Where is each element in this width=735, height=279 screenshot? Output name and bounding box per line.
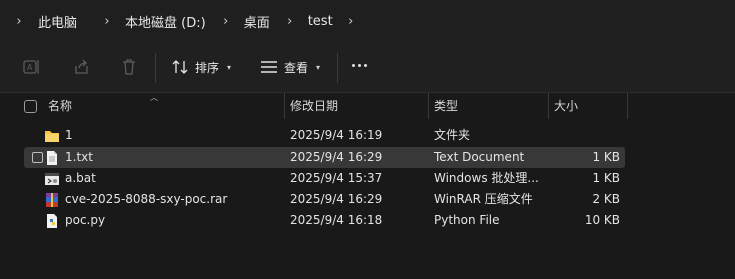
file-name: 1.txt <box>65 150 93 164</box>
column-divider[interactable] <box>284 93 285 119</box>
file-name: poc.py <box>65 213 106 227</box>
file-modified: 2025/9/4 15:37 <box>290 171 383 185</box>
chevron-down-icon: ▾ <box>316 62 321 72</box>
batch-file-icon <box>45 173 59 185</box>
chevron-right-icon[interactable]: › <box>0 14 38 29</box>
column-header-modified[interactable]: 修改日期 <box>290 93 338 119</box>
sort-icon <box>172 60 188 74</box>
command-bar: A 排序 ▾ 查看 ▾ <box>0 42 735 93</box>
sort-ascending-icon: ︿ <box>150 93 158 102</box>
sort-label: 排序 <box>195 60 220 75</box>
address-bar[interactable]: › 此电脑 › 本地磁盘 (D:) › 桌面 › test › <box>0 0 735 42</box>
text-file-icon <box>47 151 57 165</box>
view-list-icon <box>261 61 277 73</box>
sort-button[interactable]: 排序 ▾ <box>171 56 231 78</box>
file-type: 文件夹 <box>434 128 471 142</box>
rename-icon[interactable]: A <box>22 58 42 76</box>
file-modified: 2025/9/4 16:29 <box>290 192 383 206</box>
select-all-checkbox[interactable] <box>24 100 37 113</box>
file-size <box>560 125 620 146</box>
chevron-right-icon[interactable]: › <box>339 14 363 29</box>
file-modified: 2025/9/4 16:18 <box>290 213 383 227</box>
file-type: WinRAR 压缩文件 <box>434 192 533 206</box>
file-size: 2 KB <box>592 192 620 206</box>
python-file-icon <box>47 214 57 228</box>
view-label: 查看 <box>284 60 309 75</box>
breadcrumb-item-this-pc[interactable]: 此电脑 <box>38 12 77 31</box>
share-icon[interactable] <box>72 58 92 76</box>
row-checkbox[interactable] <box>32 152 43 163</box>
file-name: 1 <box>65 128 73 142</box>
file-size: 1 KB <box>592 171 620 185</box>
delete-icon[interactable] <box>119 58 139 76</box>
view-button[interactable]: 查看 ▾ <box>260 56 320 78</box>
file-modified: 2025/9/4 16:19 <box>290 128 383 142</box>
column-header-size[interactable]: 大小 <box>554 93 578 119</box>
file-name: cve-2025-8088-sxy-poc.rar <box>65 192 228 206</box>
file-row[interactable]: 1.txt 2025/9/4 16:29 Text Document 1 KB <box>24 147 625 168</box>
folder-icon <box>45 131 59 142</box>
breadcrumb-item-desktop[interactable]: 桌面 <box>244 12 270 31</box>
column-divider[interactable] <box>627 93 628 119</box>
breadcrumb-item-test[interactable]: test <box>308 14 333 29</box>
file-name: a.bat <box>65 171 96 185</box>
column-header-type[interactable]: 类型 <box>434 93 458 119</box>
breadcrumb: › 此电脑 › 本地磁盘 (D:) › 桌面 › test › <box>0 0 363 42</box>
chevron-right-icon[interactable]: › <box>214 14 238 29</box>
file-type: Python File <box>434 213 500 227</box>
toolbar-divider <box>337 53 338 83</box>
file-row[interactable]: a.bat 2025/9/4 15:37 Windows 批处理... 1 KB <box>24 168 625 189</box>
file-row[interactable]: cve-2025-8088-sxy-poc.rar 2025/9/4 16:29… <box>24 189 625 210</box>
breadcrumb-item-drive-d[interactable]: 本地磁盘 (D:) <box>125 12 206 31</box>
svg-text:A: A <box>27 63 33 72</box>
column-header-name[interactable]: 名称 <box>48 93 72 119</box>
toolbar-divider <box>155 53 156 83</box>
chevron-right-icon[interactable]: › <box>95 14 119 29</box>
file-modified: 2025/9/4 16:29 <box>290 150 383 164</box>
chevron-right-icon[interactable]: › <box>278 14 302 29</box>
file-size: 1 KB <box>592 150 620 164</box>
more-options-icon[interactable] <box>352 64 367 67</box>
file-type: Windows 批处理... <box>434 171 539 185</box>
chevron-down-icon: ▾ <box>227 62 232 72</box>
rar-archive-icon <box>46 193 58 207</box>
file-row[interactable]: 1 2025/9/4 16:19 文件夹 <box>24 125 625 146</box>
file-type: Text Document <box>434 150 525 164</box>
column-divider[interactable] <box>548 93 549 119</box>
column-divider[interactable] <box>428 93 429 119</box>
file-row[interactable]: poc.py 2025/9/4 16:18 Python File 10 KB <box>24 210 625 231</box>
column-header-row: ︿ 名称 修改日期 类型 大小 <box>0 93 735 119</box>
file-size: 10 KB <box>584 213 620 227</box>
